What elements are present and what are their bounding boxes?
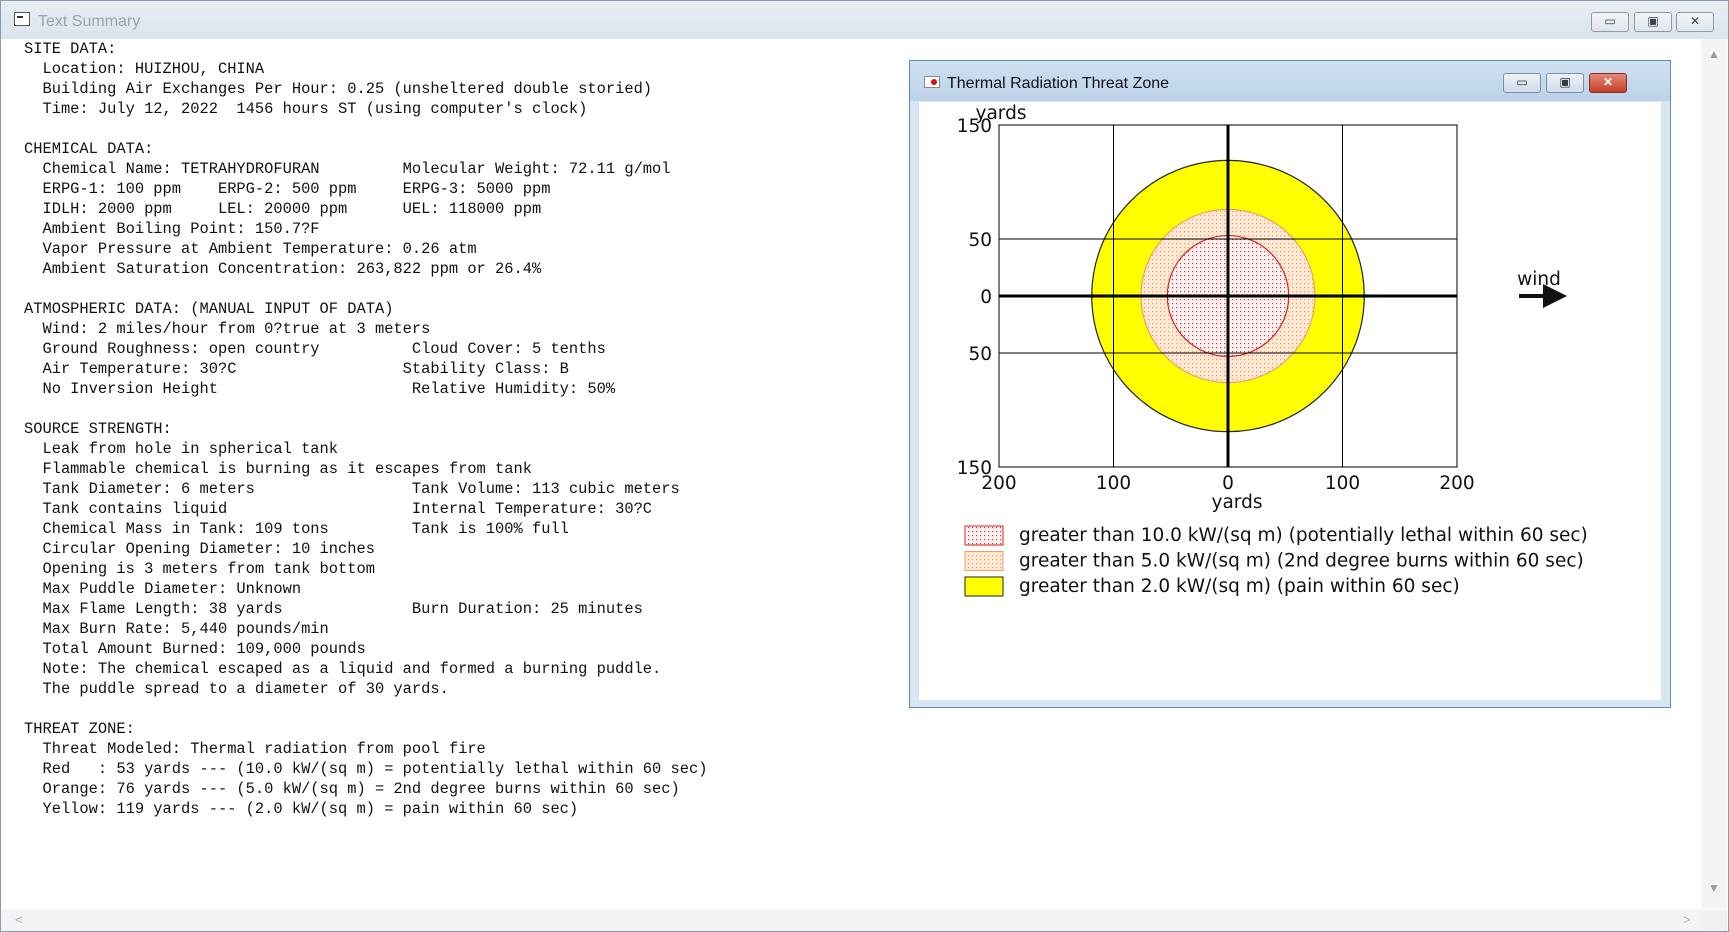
legend-label-red: greater than 10.0 kW/(sq m) (potentially… (1019, 525, 1588, 546)
minimize-button[interactable]: ▭ (1591, 12, 1629, 32)
vertical-scrollbar[interactable]: ▲ ▼ (1701, 39, 1727, 911)
close-button[interactable]: ✕ (1676, 12, 1714, 32)
legend-swatch-yellow (964, 576, 1004, 597)
threat-close-button[interactable]: ✕ (1589, 73, 1627, 93)
legend-swatch-red (964, 525, 1004, 546)
x-tick-label: 0 (1222, 473, 1234, 494)
scroll-right-icon[interactable]: > (1683, 912, 1691, 927)
threat-zone-chart: 200 100 0 100 20015050050150yardsyardswindgr… (957, 103, 1588, 597)
y-tick-label: 50 (968, 344, 992, 365)
threat-minimize-button[interactable]: ▭ (1503, 73, 1541, 93)
threat-window-icon (924, 76, 940, 88)
summary-text: SITE DATA: Location: HUIZHOU, CHINA Buil… (24, 40, 708, 818)
x-tick-label: 100 (1325, 473, 1360, 494)
x-axis-label: yards (1212, 492, 1263, 513)
scroll-up-icon[interactable]: ▲ (1708, 47, 1720, 61)
wind-label: wind (1517, 269, 1561, 290)
threat-zone-title: Thermal Radiation Threat Zone (947, 75, 1170, 92)
scrollbar-corner (1701, 911, 1727, 931)
scroll-down-icon[interactable]: ▼ (1708, 881, 1720, 895)
legend-label-orange: greater than 5.0 kW/(sq m) (2nd degree b… (1019, 551, 1584, 572)
app-icon (14, 12, 30, 26)
threat-zone-window: Thermal Radiation Threat Zone ▭ ▣ ✕ 200 … (909, 60, 1671, 708)
y-tick-label: 150 (957, 458, 992, 479)
legend-swatch-orange (964, 551, 1004, 571)
x-tick-label: 200 (1439, 473, 1474, 494)
x-tick-label: 100 (1096, 473, 1131, 494)
threat-zone-plot-area: 200 100 0 100 200 150 50 0 50 150 yards yards wind gr… (919, 102, 1661, 700)
y-tick-label: 50 (968, 230, 992, 251)
horizontal-scrollbar[interactable]: < > (1, 909, 1701, 931)
threat-restore-button[interactable]: ▣ (1546, 73, 1584, 93)
legend-label-yellow: greater than 2.0 kW/(sq m) (pain within … (1019, 576, 1460, 597)
threat-zone-title-bar[interactable]: Thermal Radiation Threat Zone ▭ ▣ ✕ (910, 61, 1670, 101)
text-summary-window: Text Summary ▭ ▣ ✕ SITE DATA: Location: … (0, 0, 1729, 932)
title-bar[interactable]: Text Summary ▭ ▣ ✕ (1, 1, 1728, 39)
y-axis-label: yards (976, 103, 1027, 124)
scroll-left-icon[interactable]: < (15, 912, 23, 927)
window-title: Text Summary (38, 13, 141, 30)
restore-button[interactable]: ▣ (1634, 12, 1672, 32)
y-tick-label: 0 (980, 287, 992, 308)
